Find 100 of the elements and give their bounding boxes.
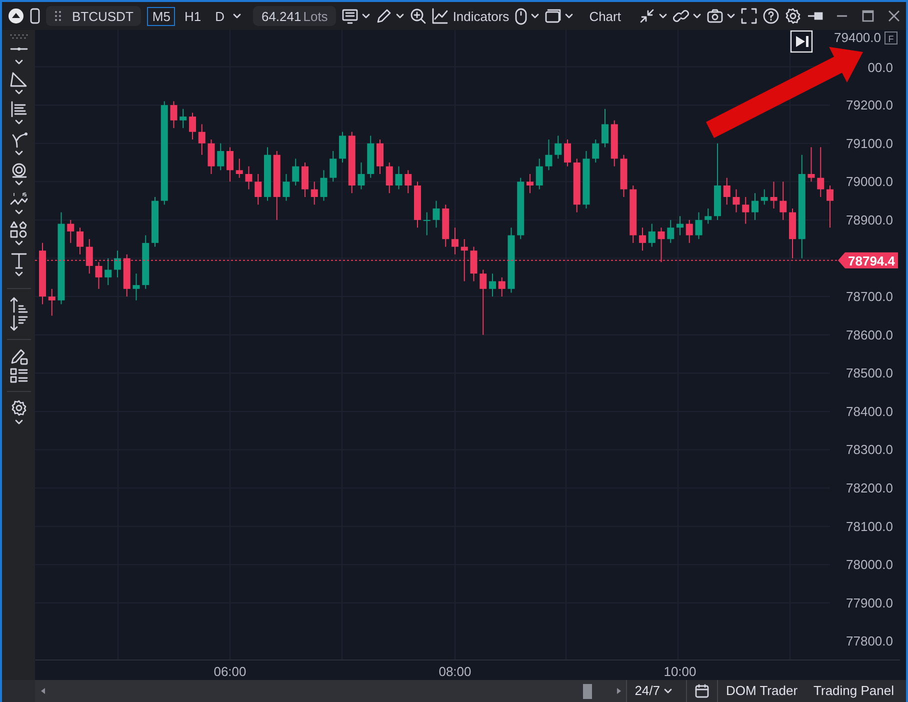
- price-axis-label: 78000.0: [846, 557, 893, 572]
- maximize-icon[interactable]: [862, 10, 874, 22]
- caret-icon[interactable]: [362, 13, 370, 19]
- candlestick: [526, 174, 534, 194]
- candlestick: [67, 219, 74, 244]
- candlestick: [760, 188, 768, 206]
- fibonacci-icon[interactable]: [10, 101, 28, 117]
- candlestick: [236, 158, 243, 178]
- candlestick: [292, 158, 300, 186]
- candlestick: [76, 227, 84, 255]
- line-chart-icon: [432, 8, 448, 24]
- triangle-icon[interactable]: [10, 71, 28, 87]
- symbol-selector[interactable]: BTCUSDT: [46, 6, 142, 26]
- calendar-icon[interactable]: [695, 684, 710, 698]
- price-axis-label: 78500.0: [846, 366, 893, 381]
- scroll-to-end-button[interactable]: [790, 30, 813, 53]
- candlestick: [770, 181, 778, 209]
- object-list-icon[interactable]: [10, 367, 28, 384]
- candlestick: [310, 181, 318, 206]
- compress-icon[interactable]: [638, 8, 655, 24]
- price-axis-label: 78300.0: [846, 442, 893, 458]
- session-dropdown[interactable]: 24/7: [626, 681, 680, 701]
- text-icon[interactable]: [10, 252, 28, 269]
- caret-icon[interactable]: [14, 180, 22, 186]
- close-icon[interactable]: [888, 10, 900, 22]
- candlestick: [686, 219, 693, 244]
- logo-icon[interactable]: [8, 8, 24, 24]
- timeframe-tab[interactable]: H1: [179, 6, 206, 26]
- caret-icon[interactable]: [233, 13, 242, 19]
- candlestick: [404, 170, 412, 194]
- caret-icon[interactable]: [396, 13, 404, 19]
- sort-descending-icon[interactable]: [10, 315, 28, 332]
- candlestick: [752, 192, 758, 220]
- pencil-lock-icon[interactable]: [10, 347, 28, 365]
- shapes-icon[interactable]: [10, 221, 28, 238]
- indicators-button[interactable]: Indicators: [432, 8, 510, 24]
- scroll-right-icon[interactable]: [616, 687, 622, 695]
- candlestick: [376, 139, 384, 174]
- caret-icon[interactable]: [14, 209, 22, 215]
- curve-icon[interactable]: [10, 131, 28, 148]
- candlestick: [302, 162, 308, 198]
- candlestick: [245, 166, 252, 190]
- price-axis-label: 78700.0: [846, 289, 893, 304]
- caret-icon[interactable]: [14, 89, 22, 95]
- chart-button[interactable]: Chart: [589, 10, 621, 22]
- panel-button[interactable]: DOM Trader: [718, 681, 806, 701]
- caret-icon[interactable]: [692, 13, 701, 19]
- zoom-in-icon[interactable]: [410, 8, 426, 24]
- window-icon[interactable]: [545, 9, 562, 23]
- lots-field[interactable]: 64.241 Lots: [253, 6, 336, 26]
- scrollbar-thumb[interactable]: [582, 684, 592, 698]
- scroll-left-icon[interactable]: [40, 687, 46, 695]
- price-axis-label: 78400.0: [846, 404, 893, 419]
- help-icon[interactable]: [762, 8, 779, 24]
- link-icon[interactable]: [672, 8, 689, 24]
- price-axis-label: 79000.0: [846, 174, 893, 190]
- candlestick: [95, 262, 102, 290]
- candlestick: [132, 273, 140, 301]
- mouse-icon[interactable]: [515, 8, 528, 24]
- monitor-icon[interactable]: [342, 8, 358, 24]
- fullscreen-icon[interactable]: [740, 8, 757, 24]
- caret-icon[interactable]: [726, 13, 735, 19]
- caret-icon[interactable]: [14, 240, 22, 246]
- candlestick: [676, 216, 684, 236]
- phone-icon[interactable]: [30, 8, 40, 24]
- caret-icon[interactable]: [14, 271, 22, 277]
- sort-ascending-icon[interactable]: [10, 296, 28, 313]
- candlestick: [564, 139, 571, 167]
- candlestick: [592, 139, 600, 164]
- pencil-icon[interactable]: [376, 8, 392, 24]
- caret-icon[interactable]: [14, 59, 22, 65]
- candlestick: [330, 150, 337, 182]
- candlestick: [180, 108, 187, 129]
- horizontal-scrollbar[interactable]: [35, 680, 626, 702]
- timeframe-tab[interactable]: D: [210, 6, 230, 26]
- caret-icon[interactable]: [565, 13, 574, 19]
- candlestick: [470, 246, 478, 282]
- caret-icon[interactable]: [531, 13, 540, 19]
- caret-icon[interactable]: [14, 119, 22, 125]
- candlestick: [723, 177, 730, 206]
- price-axis-label: 77900.0: [846, 595, 893, 610]
- settings-icon[interactable]: [10, 399, 28, 417]
- wave-icon[interactable]: [10, 192, 28, 207]
- candlestick: [423, 212, 430, 236]
- caret-icon[interactable]: [658, 13, 667, 19]
- settings-icon[interactable]: [784, 8, 801, 24]
- candlestick: [189, 112, 196, 140]
- camera-icon[interactable]: [706, 8, 723, 24]
- candlestick: [498, 276, 506, 298]
- candlestick: [170, 100, 178, 129]
- caret-icon[interactable]: [14, 419, 22, 425]
- auto-scale-button[interactable]: F: [884, 32, 898, 44]
- caret-icon[interactable]: [14, 150, 22, 156]
- price-axis-label: 78200.0: [846, 480, 893, 496]
- candlestick: [554, 135, 562, 160]
- panel-button[interactable]: Trading Panel: [806, 681, 902, 701]
- spiral-icon[interactable]: [10, 162, 28, 178]
- timeframe-tab[interactable]: M5: [147, 6, 176, 26]
- candlestick: [658, 227, 665, 263]
- candlestick: [432, 200, 440, 228]
